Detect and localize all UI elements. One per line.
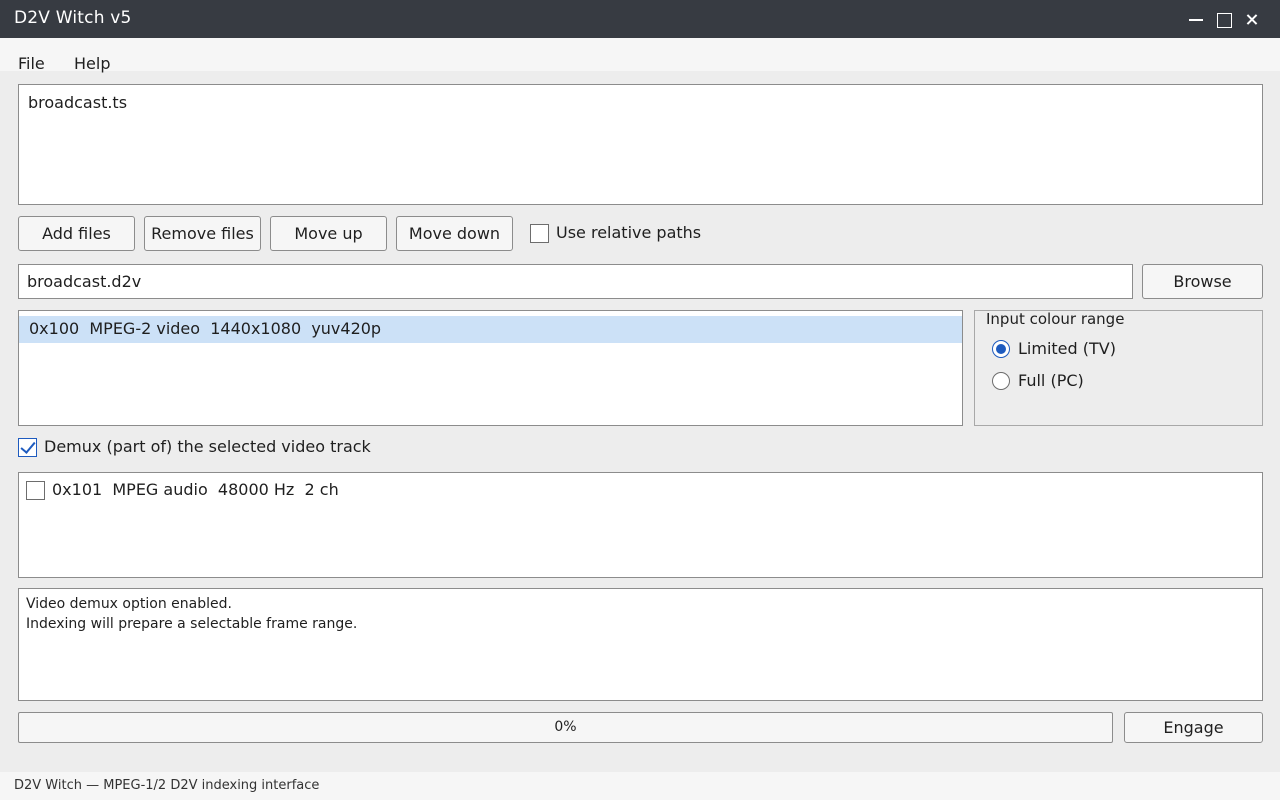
title-bar: D2V Witch v5 xyxy=(0,0,1280,38)
remove-files-button[interactable]: Remove files xyxy=(144,216,261,251)
status-text: D2V Witch — MPEG-1/2 D2V indexing interf… xyxy=(14,778,320,793)
menu-help[interactable]: Help xyxy=(74,54,110,73)
browse-button[interactable]: Browse xyxy=(1142,264,1263,299)
maximize-icon[interactable] xyxy=(1212,7,1236,31)
log-line: Indexing will prepare a selectable frame… xyxy=(26,616,358,632)
move-up-button[interactable]: Move up xyxy=(270,216,387,251)
log-output[interactable]: Video demux option enabled. Indexing wil… xyxy=(18,588,1263,701)
add-files-button[interactable]: Add files xyxy=(18,216,135,251)
list-item[interactable]: broadcast.ts xyxy=(28,93,127,112)
progress-text: 0% xyxy=(554,719,577,735)
demux-video-checkbox[interactable] xyxy=(18,438,37,457)
colour-range-title: Input colour range xyxy=(986,310,1125,328)
full-pc-radio[interactable] xyxy=(992,372,1010,390)
close-icon[interactable] xyxy=(1240,7,1264,31)
demux-video-label: Demux (part of) the selected video track xyxy=(44,437,371,456)
audio-track-label: 0x101 MPEG audio 48000 Hz 2 ch xyxy=(52,480,339,499)
menu-file[interactable]: File xyxy=(18,54,45,73)
window-title: D2V Witch v5 xyxy=(14,8,132,28)
input-files-list[interactable]: broadcast.ts xyxy=(18,84,1263,205)
progress-bar: 0% xyxy=(18,712,1113,743)
video-track-label: 0x100 MPEG-2 video 1440x1080 yuv420p xyxy=(29,319,382,338)
output-file-value: broadcast.d2v xyxy=(27,272,142,291)
audio-tracks-list[interactable]: 0x101 MPEG audio 48000 Hz 2 ch xyxy=(18,472,1263,578)
move-down-button[interactable]: Move down xyxy=(396,216,513,251)
relative-paths-checkbox[interactable] xyxy=(530,224,549,243)
log-line: Video demux option enabled. xyxy=(26,596,232,612)
output-file-field[interactable]: broadcast.d2v xyxy=(18,264,1133,299)
video-tracks-list[interactable]: 0x100 MPEG-2 video 1440x1080 yuv420p xyxy=(18,310,963,426)
status-bar: D2V Witch — MPEG-1/2 D2V indexing interf… xyxy=(0,772,1280,800)
audio-track-checkbox[interactable] xyxy=(26,481,45,500)
engage-button[interactable]: Engage xyxy=(1124,712,1263,743)
limited-tv-label: Limited (TV) xyxy=(1018,339,1116,358)
colour-range-group: Input colour range Limited (TV) Full (PC… xyxy=(974,310,1263,426)
minimize-icon[interactable] xyxy=(1184,7,1208,31)
menu-bar: File Help xyxy=(0,38,1280,73)
limited-tv-radio[interactable] xyxy=(992,340,1010,358)
video-track-row[interactable]: 0x100 MPEG-2 video 1440x1080 yuv420p xyxy=(19,316,962,343)
full-pc-label: Full (PC) xyxy=(1018,371,1084,390)
relative-paths-label: Use relative paths xyxy=(556,223,702,242)
